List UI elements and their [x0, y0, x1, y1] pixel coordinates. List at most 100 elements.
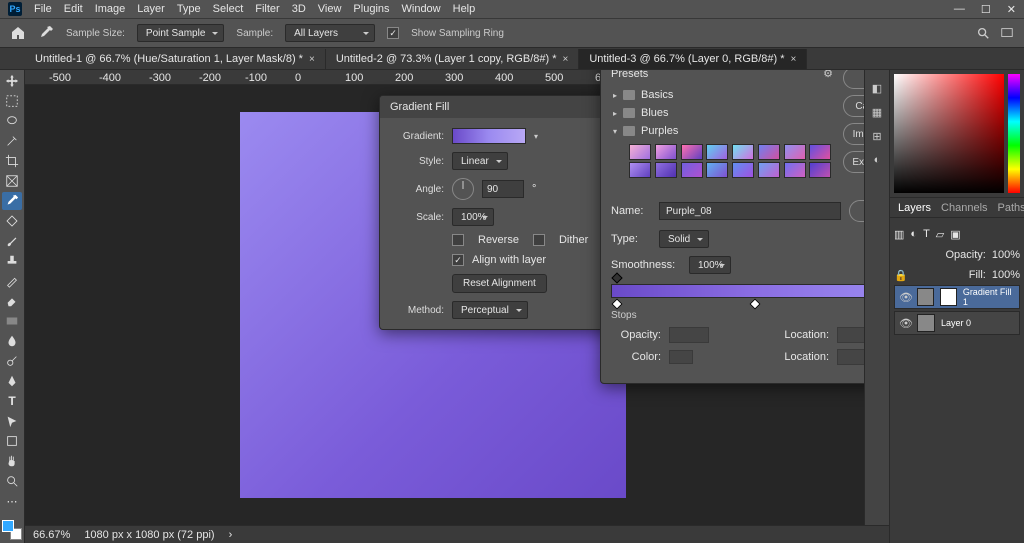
scale-dropdown[interactable]: 100%	[452, 208, 494, 226]
preset-folder[interactable]: ▸Basics	[611, 86, 833, 104]
filter-pixel-icon[interactable]: ▥	[894, 228, 904, 241]
visibility-eye-icon[interactable]: 👁	[899, 291, 911, 304]
fill-value[interactable]: 100%	[992, 269, 1020, 281]
tab-close-icon[interactable]: ×	[309, 54, 315, 65]
canvas-area[interactable]: -500-400-300-200-1000100200300400500600 …	[25, 70, 864, 543]
path-tool[interactable]	[2, 412, 22, 430]
preset-swatch[interactable]	[732, 144, 754, 160]
opacity-stop-left[interactable]	[611, 272, 622, 283]
gradient-fill-titlebar[interactable]: Gradient Fill	[380, 96, 628, 118]
opacity-value[interactable]: 100%	[992, 249, 1020, 261]
gradient-preview[interactable]	[452, 128, 526, 144]
tab-channels[interactable]: Channels	[941, 202, 987, 214]
eraser-tool[interactable]	[2, 292, 22, 310]
angle-dial[interactable]	[452, 178, 474, 200]
layer-item[interactable]: 👁Layer 0	[894, 311, 1020, 335]
import-button[interactable]: Import...	[843, 123, 864, 145]
color-swatches[interactable]	[2, 520, 22, 540]
reverse-checkbox[interactable]	[452, 234, 464, 246]
preset-swatch[interactable]	[655, 162, 677, 178]
preset-folder[interactable]: ▸Blues	[611, 104, 833, 122]
menu-layer[interactable]: Layer	[137, 3, 165, 15]
type-tool[interactable]: T	[2, 392, 22, 410]
align-checkbox[interactable]	[452, 254, 464, 266]
preset-swatch[interactable]	[784, 162, 806, 178]
zoom-tool[interactable]	[2, 472, 22, 490]
presets-gear-icon[interactable]: ⚙	[823, 70, 833, 80]
smoothness-dropdown[interactable]: 100%	[689, 256, 731, 274]
layer-item[interactable]: 👁Gradient Fill 1	[894, 285, 1020, 309]
tools-more[interactable]: ⋯	[2, 492, 22, 510]
menu-window[interactable]: Window	[402, 3, 441, 15]
preset-swatch[interactable]	[784, 144, 806, 160]
pen-tool[interactable]	[2, 372, 22, 390]
close-icon[interactable]: ✕	[1007, 3, 1016, 16]
wand-tool[interactable]	[2, 132, 22, 150]
angle-input[interactable]	[482, 180, 524, 198]
menu-view[interactable]: View	[318, 3, 342, 15]
preset-swatch[interactable]	[706, 162, 728, 178]
menu-select[interactable]: Select	[213, 3, 244, 15]
dither-checkbox[interactable]	[533, 234, 545, 246]
stamp-tool[interactable]	[2, 252, 22, 270]
tab-close-icon[interactable]: ×	[791, 54, 797, 65]
healing-tool[interactable]	[2, 212, 22, 230]
maximize-icon[interactable]: ☐	[981, 3, 991, 16]
history-brush-tool[interactable]	[2, 272, 22, 290]
style-dropdown[interactable]: Linear	[452, 152, 508, 170]
lock-icon[interactable]: 🔒	[894, 269, 908, 282]
reset-alignment-button[interactable]: Reset Alignment	[452, 274, 547, 293]
gradient-tool[interactable]	[2, 312, 22, 330]
gradient-bar[interactable]	[611, 284, 864, 298]
preset-swatch[interactable]	[629, 162, 651, 178]
cancel-button[interactable]: Cancel	[843, 95, 864, 117]
shape-tool[interactable]	[2, 432, 22, 450]
tab-close-icon[interactable]: ×	[562, 54, 568, 65]
preset-swatch[interactable]	[681, 162, 703, 178]
preset-swatch[interactable]	[758, 144, 780, 160]
sample-size-dropdown[interactable]: Point Sample	[137, 24, 224, 42]
gradient-dropdown-arrow[interactable]: ▾	[534, 132, 538, 141]
preset-swatch[interactable]	[758, 162, 780, 178]
preset-swatch[interactable]	[809, 162, 831, 178]
preset-swatch[interactable]	[706, 144, 728, 160]
menu-help[interactable]: Help	[453, 3, 476, 15]
lasso-tool[interactable]	[2, 112, 22, 130]
preset-swatch[interactable]	[655, 144, 677, 160]
dodge-tool[interactable]	[2, 352, 22, 370]
type-dropdown[interactable]: Solid	[659, 230, 709, 248]
brush-tool[interactable]	[2, 232, 22, 250]
eyedropper-tool[interactable]	[2, 192, 22, 210]
show-sampling-ring-checkbox[interactable]	[387, 27, 399, 39]
libraries-panel-icon[interactable]: ⊞	[869, 128, 885, 144]
minimize-icon[interactable]: —	[954, 3, 965, 16]
menu-edit[interactable]: Edit	[64, 3, 83, 15]
search-icon[interactable]	[976, 26, 990, 40]
tab-layers[interactable]: Layers	[898, 202, 931, 214]
preset-swatch[interactable]	[681, 144, 703, 160]
adjustments-panel-icon[interactable]: ◐	[869, 152, 885, 168]
marquee-tool[interactable]	[2, 92, 22, 110]
filter-shape-icon[interactable]: ▱	[936, 228, 944, 241]
document-tab[interactable]: Untitled-1 @ 66.7% (Hue/Saturation 1, La…	[25, 49, 326, 69]
home-icon[interactable]	[10, 25, 26, 41]
move-tool[interactable]	[2, 72, 22, 90]
preset-swatch[interactable]	[732, 162, 754, 178]
swatches-panel-icon[interactable]: ▦	[869, 104, 885, 120]
visibility-eye-icon[interactable]: 👁	[899, 317, 911, 330]
sample-dropdown[interactable]: All Layers	[285, 24, 375, 42]
screenmode-icon[interactable]	[1000, 26, 1014, 40]
menu-image[interactable]: Image	[95, 3, 126, 15]
menu-plugins[interactable]: Plugins	[353, 3, 389, 15]
preset-swatch[interactable]	[809, 144, 831, 160]
method-dropdown[interactable]: Perceptual	[452, 301, 528, 319]
color-picker-panel[interactable]	[890, 70, 1024, 198]
preset-folder[interactable]: ▾Purples	[611, 122, 833, 140]
export-button[interactable]: Export...	[843, 151, 864, 173]
menu-file[interactable]: File	[34, 3, 52, 15]
document-tab[interactable]: Untitled-2 @ 73.3% (Layer 1 copy, RGB/8#…	[326, 49, 580, 69]
color-panel-icon[interactable]: ◧	[869, 80, 885, 96]
menu-type[interactable]: Type	[177, 3, 201, 15]
hand-tool[interactable]	[2, 452, 22, 470]
filter-adjust-icon[interactable]: ◐	[910, 228, 917, 241]
